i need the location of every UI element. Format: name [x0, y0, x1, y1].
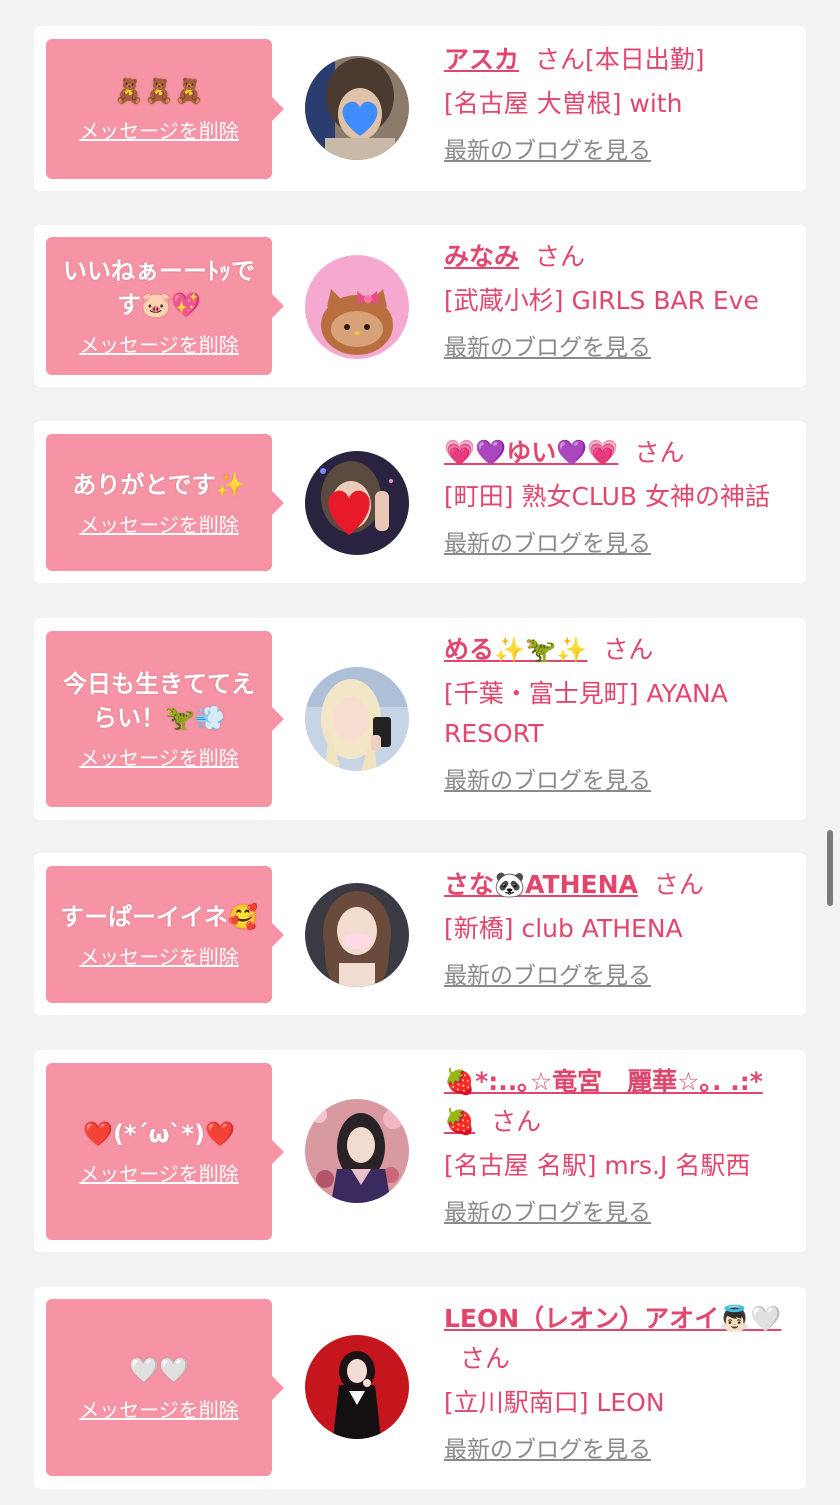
avatar[interactable]	[305, 255, 409, 359]
shop-name: [武蔵小杉] GIRLS BAR Eve	[444, 286, 759, 315]
delete-message-link[interactable]: メッセージを削除	[79, 1161, 239, 1187]
shop-name: [千葉・富士見町] AYANA RESORT	[444, 679, 728, 748]
message-bubble: 今日も生きててえらい！🦖💨 メッセージを削除	[46, 631, 284, 807]
message-bubble: ❤️(*´ω`*)❤️ メッセージを削除	[46, 1063, 284, 1240]
girl-info: LEON（レオン）アオイ👼🏻🤍 さん [立川駅南口] LEON 最新のブログを見る	[444, 1299, 792, 1465]
avatar[interactable]	[305, 883, 409, 987]
name-line: 💗💜ゆい💜💗 さん	[444, 433, 792, 473]
avatar[interactable]	[305, 1335, 409, 1439]
girl-name-link[interactable]: める✨🦖✨	[444, 635, 587, 664]
message-text: すーぱーイイネ🥰	[60, 902, 258, 931]
delete-message-link[interactable]: メッセージを削除	[79, 944, 239, 970]
message-card: 🧸🧸🧸 メッセージを削除 アスカ さん[本日出勤] [名古屋 大曽根] with …	[34, 26, 806, 191]
message-bubble: ありがとです✨ メッセージを削除	[46, 434, 284, 571]
delete-message-link[interactable]: メッセージを削除	[79, 1397, 239, 1423]
girl-info: 🍓*:..｡☆竜宮 麗華☆｡. .:*🍓 さん [名古屋 名駅] mrs.J 名駅…	[444, 1062, 792, 1228]
avatar[interactable]	[305, 1099, 409, 1203]
latest-blog-link[interactable]: 最新のブログを見る	[444, 766, 651, 796]
message-text: いいねぁーーﾄｯです🐷💖	[63, 257, 255, 319]
vertical-scrollbar[interactable]	[827, 830, 833, 906]
girl-name-link[interactable]: さな🐼ATHENA	[444, 870, 638, 899]
status-label: [本日出勤]	[585, 45, 705, 74]
message-text: ❤️(*´ω`*)❤️	[83, 1119, 235, 1148]
name-line: さな🐼ATHENA さん	[444, 865, 792, 905]
avatar-image	[305, 451, 409, 555]
latest-blog-link[interactable]: 最新のブログを見る	[444, 961, 651, 991]
latest-blog-link[interactable]: 最新のブログを見る	[444, 529, 651, 559]
girl-name-link[interactable]: LEON（レオン）アオイ👼🏻🤍	[444, 1304, 781, 1333]
shop-name: [新橋] club ATHENA	[444, 914, 683, 943]
girl-info: 💗💜ゆい💜💗 さん [町田] 熟女CLUB 女神の神話 最新のブログを見る	[444, 433, 792, 559]
avatar-image	[305, 883, 409, 987]
avatar-image	[305, 667, 409, 771]
latest-blog-link[interactable]: 最新のブログを見る	[444, 1198, 651, 1228]
avatar-image	[305, 1335, 409, 1439]
message-bubble: 🧸🧸🧸 メッセージを削除	[46, 39, 284, 179]
name-line: 🍓*:..｡☆竜宮 麗華☆｡. .:*🍓 さん	[444, 1062, 792, 1142]
shop-name: [立川駅南口] LEON	[444, 1388, 665, 1417]
girl-name-link[interactable]: 💗💜ゆい💜💗	[444, 438, 619, 467]
latest-blog-link[interactable]: 最新のブログを見る	[444, 333, 651, 363]
latest-blog-link[interactable]: 最新のブログを見る	[444, 1435, 651, 1465]
honorific: さん	[491, 1107, 542, 1136]
message-card: 🤍🤍 メッセージを削除 LEON（レオン）アオイ👼🏻🤍 さん [立川駅南口] LE…	[34, 1287, 806, 1489]
shop-name: [名古屋 名駅] mrs.J 名駅西	[444, 1151, 751, 1180]
latest-blog-link[interactable]: 最新のブログを見る	[444, 136, 651, 166]
honorific: さん	[634, 438, 685, 467]
girl-info: さな🐼ATHENA さん [新橋] club ATHENA 最新のブログを見る	[444, 865, 792, 991]
honorific: さん	[535, 242, 586, 271]
name-line: める✨🦖✨ さん	[444, 630, 792, 670]
avatar-image	[305, 56, 409, 160]
delete-message-link[interactable]: メッセージを削除	[79, 512, 239, 538]
honorific: さん	[603, 635, 654, 664]
avatar[interactable]	[305, 667, 409, 771]
message-card: ❤️(*´ω`*)❤️ メッセージを削除 🍓*:..｡☆竜宮 麗華☆｡. .:*…	[34, 1050, 806, 1252]
honorific: さん	[535, 45, 586, 74]
avatar-image	[305, 1099, 409, 1203]
message-card: いいねぁーーﾄｯです🐷💖 メッセージを削除 みなみ さん [武蔵小杉] GIRLS	[34, 225, 806, 387]
honorific: さん	[653, 870, 704, 899]
name-line: LEON（レオン）アオイ👼🏻🤍 さん	[444, 1299, 792, 1379]
message-text: 🧸🧸🧸	[114, 77, 204, 105]
delete-message-link[interactable]: メッセージを削除	[79, 745, 239, 771]
message-card: 今日も生きててえらい！🦖💨 メッセージを削除 める✨🦖✨ さん [千葉・富士見町]…	[34, 618, 806, 820]
avatar[interactable]	[305, 451, 409, 555]
girl-info: める✨🦖✨ さん [千葉・富士見町] AYANA RESORT 最新のブログを見る	[444, 630, 792, 796]
shop-name: [町田] 熟女CLUB 女神の神話	[444, 482, 770, 511]
message-text: 今日も生きててえらい！🦖💨	[63, 670, 255, 732]
message-bubble: 🤍🤍 メッセージを削除	[46, 1299, 284, 1476]
delete-message-link[interactable]: メッセージを削除	[79, 332, 239, 358]
girl-name-link[interactable]: アスカ	[444, 45, 519, 74]
message-card: ありがとです✨ メッセージを削除 💗💜ゆい💜💗 さん [町田] 熟女CLUB 女神…	[34, 421, 806, 583]
avatar[interactable]	[305, 56, 409, 160]
message-bubble: すーぱーイイネ🥰 メッセージを削除	[46, 866, 284, 1003]
name-line: みなみ さん	[444, 237, 792, 277]
honorific: さん	[460, 1344, 511, 1373]
girl-name-link[interactable]: みなみ	[444, 242, 519, 271]
name-line: アスカ さん[本日出勤]	[444, 40, 792, 80]
message-card: すーぱーイイネ🥰 メッセージを削除 さな🐼ATHENA さん [新橋] club …	[34, 853, 806, 1015]
girl-info: みなみ さん [武蔵小杉] GIRLS BAR Eve 最新のブログを見る	[444, 237, 792, 363]
girl-info: アスカ さん[本日出勤] [名古屋 大曽根] with 最新のブログを見る	[444, 40, 792, 166]
message-bubble: いいねぁーーﾄｯです🐷💖 メッセージを削除	[46, 237, 284, 375]
shop-name: [名古屋 大曽根] with	[444, 89, 683, 118]
avatar-image	[305, 255, 409, 359]
message-text: 🤍🤍	[129, 1355, 189, 1384]
delete-message-link[interactable]: メッセージを削除	[79, 118, 239, 144]
message-text: ありがとです✨	[72, 470, 246, 499]
